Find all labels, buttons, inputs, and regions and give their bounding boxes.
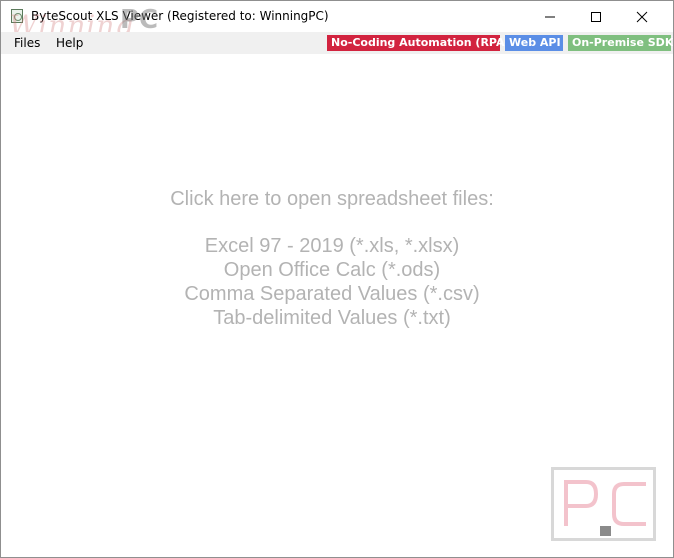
app-window: ByteScout XLS Viewer (Registered to: Win… [0, 0, 674, 558]
menu-bar: Files Help No-Coding Automation (RPA) We… [1, 32, 673, 54]
minimize-icon [545, 16, 555, 17]
maximize-button[interactable] [573, 1, 619, 32]
format-txt-text: Tab-delimited Values (*.txt) [213, 307, 451, 329]
open-prompt-text: Click here to open spreadsheet files: [170, 188, 494, 210]
minimize-button[interactable] [527, 1, 573, 32]
title-bar[interactable]: ByteScout XLS Viewer (Registered to: Win… [1, 1, 673, 42]
close-button[interactable] [619, 1, 665, 32]
close-icon [636, 11, 648, 22]
spreadsheet-app-icon [11, 9, 23, 23]
pc-logo-graphic [564, 480, 646, 536]
format-csv-text: Comma Separated Values (*.csv) [184, 283, 480, 305]
rpa-badge-link[interactable]: No-Coding Automation (RPA) [327, 35, 510, 51]
pc-logo-icon [551, 467, 656, 541]
format-excel-text: Excel 97 - 2019 (*.xls, *.xlsx) [204, 235, 460, 257]
on-premise-sdk-badge-link[interactable]: On-Premise SDK [568, 35, 673, 51]
window-title: ByteScout XLS Viewer (Registered to: Win… [31, 9, 329, 23]
menu-help[interactable]: Help [56, 36, 83, 50]
web-api-badge-link[interactable]: Web API [505, 35, 563, 51]
menu-files[interactable]: Files [14, 36, 40, 50]
format-ods-text: Open Office Calc (*.ods) [223, 259, 441, 281]
maximize-icon [591, 11, 601, 22]
